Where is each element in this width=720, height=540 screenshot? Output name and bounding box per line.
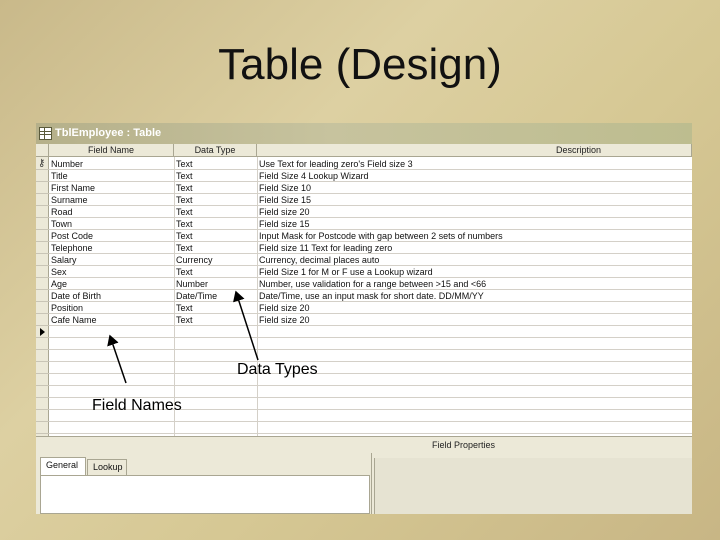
field-names-callout: Field Names [92, 397, 182, 414]
field-names-arrow [107, 334, 127, 384]
data-types-callout: Data Types [237, 361, 318, 378]
data-types-arrow [233, 290, 259, 361]
callout-arrows [107, 290, 259, 384]
